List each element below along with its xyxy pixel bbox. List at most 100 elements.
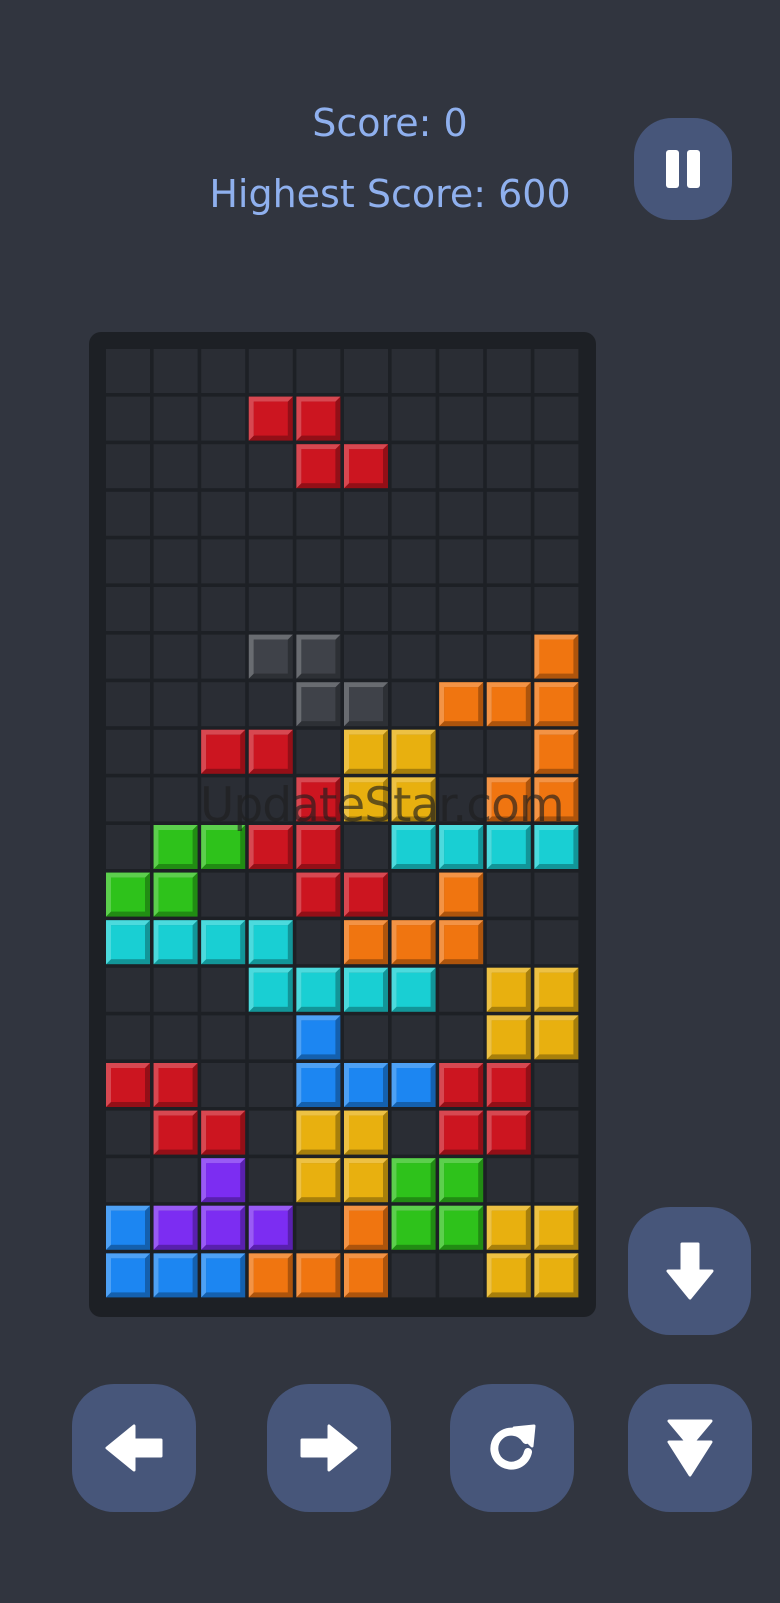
rotate-icon [484,1420,540,1476]
block [534,825,579,869]
block [534,1253,579,1298]
block [296,825,341,869]
empty-cell [486,396,531,441]
empty-cell [201,491,246,536]
empty-cell [106,729,150,774]
block [296,1015,341,1060]
empty-cell [391,1253,436,1298]
empty-cell [391,396,436,441]
empty-cell [201,967,246,1012]
ghost-block [296,682,341,727]
block [534,967,579,1012]
empty-cell [344,539,388,584]
empty-cell [106,825,150,869]
empty-cell [439,396,484,441]
empty-cell [439,349,484,393]
block [201,1253,246,1298]
empty-cell [296,491,341,536]
block [248,729,293,774]
empty-cell [534,920,579,965]
block [248,1253,293,1298]
empty-cell [106,396,150,441]
block [534,682,579,727]
empty-cell [296,1205,341,1250]
block [439,872,484,917]
empty-cell [201,872,246,917]
empty-cell [201,539,246,584]
empty-cell [391,1110,436,1155]
block [486,825,531,869]
block [153,1110,198,1155]
empty-cell [296,539,341,584]
hard-drop-icon [665,1418,715,1478]
block [106,1253,150,1298]
empty-cell [486,444,531,489]
block [248,396,293,441]
block [439,1205,484,1250]
empty-cell [248,539,293,584]
block [391,1205,436,1250]
empty-cell [106,349,150,393]
empty-cell [391,634,436,679]
empty-cell [248,1110,293,1155]
empty-cell [344,396,388,441]
block [391,967,436,1012]
empty-cell [391,444,436,489]
block [486,777,531,822]
move-right-button[interactable] [267,1384,391,1512]
empty-cell [391,682,436,727]
soft-drop-button[interactable] [628,1207,751,1335]
empty-cell [106,967,150,1012]
empty-cell [296,349,341,393]
block [153,1063,198,1107]
rotate-button[interactable] [450,1384,574,1512]
board-grid [106,349,579,1298]
empty-cell [296,587,341,631]
empty-cell [439,491,484,536]
empty-cell [391,872,436,917]
empty-cell [439,539,484,584]
block [344,777,388,822]
empty-cell [486,349,531,393]
empty-cell [391,349,436,393]
hard-drop-button[interactable] [628,1384,752,1512]
empty-cell [534,587,579,631]
empty-cell [534,349,579,393]
block [106,1063,150,1107]
empty-cell [248,491,293,536]
arrow-down-icon [665,1241,715,1301]
empty-cell [201,349,246,393]
block [534,1015,579,1060]
block [296,1063,341,1107]
block [201,729,246,774]
empty-cell [106,682,150,727]
empty-cell [534,491,579,536]
block [296,967,341,1012]
empty-cell [248,682,293,727]
empty-cell [391,491,436,536]
block [439,1158,484,1203]
pause-button[interactable] [634,118,732,220]
block [248,1205,293,1250]
empty-cell [248,349,293,393]
move-left-button[interactable] [72,1384,196,1512]
empty-cell [106,539,150,584]
empty-cell [153,444,198,489]
empty-cell [534,1063,579,1107]
block [486,682,531,727]
block [153,920,198,965]
block [486,1205,531,1250]
empty-cell [439,1015,484,1060]
empty-cell [248,1158,293,1203]
block [106,1205,150,1250]
empty-cell [153,729,198,774]
empty-cell [106,1110,150,1155]
empty-cell [201,587,246,631]
block [391,1158,436,1203]
block [248,920,293,965]
block [153,1253,198,1298]
empty-cell [486,634,531,679]
block [486,1015,531,1060]
empty-cell [534,1110,579,1155]
empty-cell [391,587,436,631]
